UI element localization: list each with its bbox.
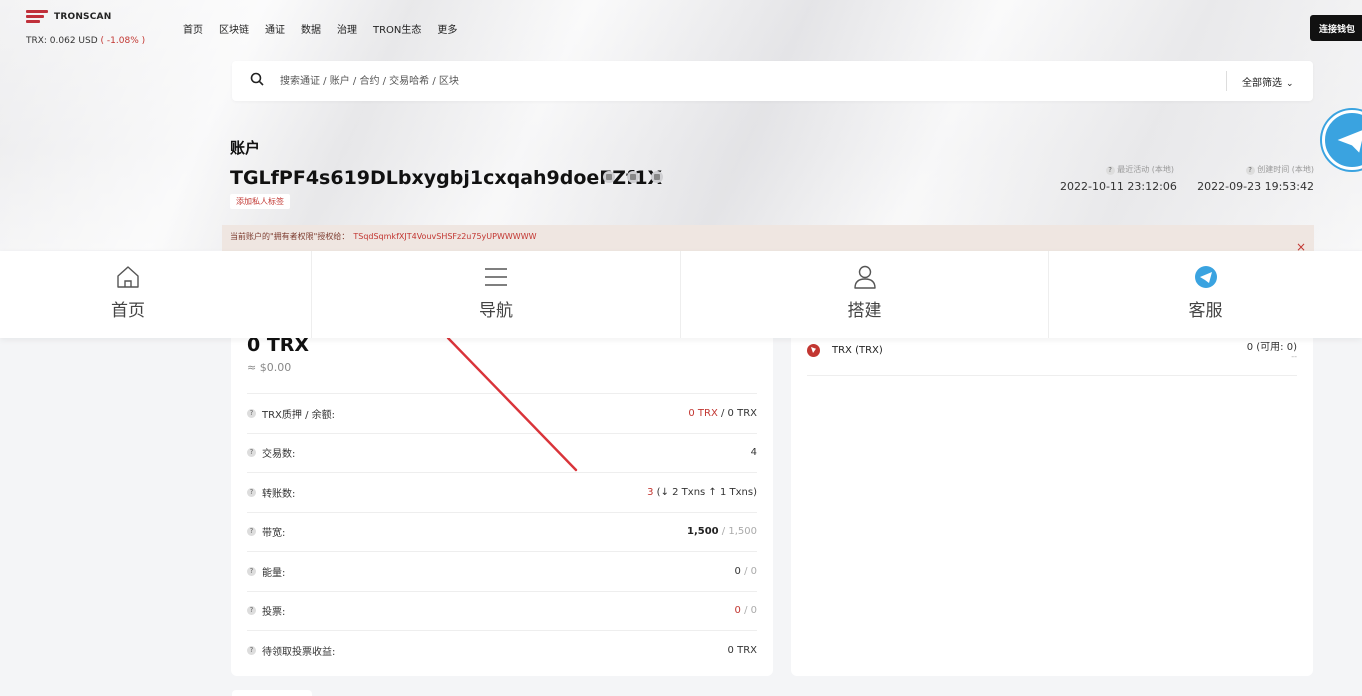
trx-price: TRX: 0.062 USD ( -1.08% ) <box>26 36 145 46</box>
tronscan-logo[interactable]: TRONSCAN <box>26 10 111 24</box>
stat-label: 待领取投票收益: <box>262 646 336 658</box>
search-icon[interactable] <box>250 72 264 86</box>
last-active: ? 最近活动 (本地) 2022-10-11 23:12:06 <box>1060 164 1177 193</box>
stat-value[interactable]: 4 <box>751 447 757 458</box>
nav-item-blockchain[interactable]: 区块链 <box>219 21 249 36</box>
stat-label: TRX质押 / 余额: <box>262 409 336 421</box>
account-address: TGLfPF4s619DLbxygbj1cxqah9doeFZf1X <box>230 167 663 189</box>
logo-text: TRONSCAN <box>54 12 112 22</box>
stat-subvalue: 1,500 <box>728 526 757 538</box>
flag-icon[interactable] <box>651 171 663 183</box>
top-bar: TRONSCAN TRX: 0.062 USD ( -1.08% ) 首页 区块… <box>0 0 1362 50</box>
stat-separator: / <box>740 605 751 617</box>
notice-address-link[interactable]: TSqdSqmkfXJT4VouvSHSFz2u75yUPWWWWW <box>353 232 536 241</box>
qrcode-icon[interactable] <box>627 171 639 183</box>
next-section-tab <box>232 690 312 696</box>
trx-price-change: ( -1.08% ) <box>100 36 146 46</box>
help-icon[interactable]: ? <box>247 448 256 458</box>
bottom-nav-menu[interactable]: 导航 <box>312 251 681 338</box>
stat-subvalue: 0 <box>750 565 757 577</box>
search-input[interactable] <box>280 73 880 89</box>
stat-value: 1,500 <box>686 526 719 538</box>
nav-item-data[interactable]: 数据 <box>301 21 321 36</box>
stat-row: ? 投票: 0 / 0 <box>247 590 757 631</box>
stat-label: 能量: <box>262 567 286 579</box>
stat-detail: (↓ 2 Txns ↑ 1 Txns) <box>656 486 757 498</box>
home-icon <box>117 266 139 288</box>
help-icon[interactable]: ? <box>247 566 256 576</box>
stat-label: 转账数: <box>262 488 296 500</box>
bottom-navigation: 首页 导航 搭建 客服 <box>0 251 1362 338</box>
bottom-nav-label: 首页 <box>111 301 145 321</box>
token-name[interactable]: TRX (TRX) <box>832 345 883 356</box>
stat-value: 0 TRX <box>727 644 757 656</box>
copy-icon[interactable] <box>603 171 615 183</box>
menu-icon <box>485 268 507 286</box>
bottom-nav-label: 搭建 <box>847 301 882 321</box>
stat-label: 投票: <box>262 607 286 619</box>
tronscan-logo-icon <box>26 10 48 24</box>
stat-label: 带宽: <box>262 528 286 540</box>
add-private-tag-button[interactable]: 添加私人标签 <box>230 194 290 209</box>
connect-wallet-button[interactable]: 连接钱包 <box>1310 15 1362 41</box>
tron-token-icon <box>807 344 820 357</box>
telegram-icon <box>1194 266 1217 288</box>
nav-item-governance[interactable]: 治理 <box>337 21 357 36</box>
help-icon[interactable]: ? <box>247 487 256 497</box>
stat-row: ? 能量: 0 / 0 <box>247 551 757 591</box>
paper-plane-icon <box>1337 130 1362 153</box>
search-bar: 全部筛选 ⌄ <box>232 61 1313 101</box>
nav-item-home[interactable]: 首页 <box>183 21 203 36</box>
bottom-nav-label: 导航 <box>479 301 513 321</box>
telegram-float-icon[interactable] <box>1322 110 1362 170</box>
main-nav: 首页 区块链 通证 数据 治理 TRON生态 更多 <box>183 21 473 36</box>
stat-value[interactable]: 0 TRX <box>688 408 717 419</box>
created-time: ? 创建时间 (本地) 2022-09-23 19:53:42 <box>1194 164 1314 193</box>
bottom-nav-home-inner: 首页 <box>0 264 256 321</box>
stat-subvalue: 0 <box>750 605 757 617</box>
help-icon[interactable]: ? <box>247 645 256 655</box>
chevron-down-icon: ⌄ <box>1286 79 1294 89</box>
token-value: -- <box>1291 352 1297 361</box>
help-icon: ? <box>1245 166 1255 175</box>
help-icon[interactable]: ? <box>247 527 256 537</box>
search-filter-label: 全部筛选 <box>1242 78 1282 89</box>
help-icon[interactable]: ? <box>247 408 256 418</box>
search-divider <box>1226 71 1227 91</box>
page-title: 账户 <box>230 139 261 157</box>
token-row[interactable]: TRX (TRX) 0 (可用: 0) -- <box>807 338 1297 376</box>
user-icon <box>853 265 876 289</box>
created-value: 2022-09-23 19:53:42 <box>1197 180 1314 193</box>
help-icon: ? <box>1105 166 1115 175</box>
help-icon[interactable]: ? <box>247 606 256 616</box>
search-filter-dropdown[interactable]: 全部筛选 ⌄ <box>1242 74 1294 89</box>
last-active-label: 最近活动 (本地) <box>1117 165 1174 174</box>
nav-item-more[interactable]: 更多 <box>437 21 457 36</box>
stat-subvalue: 0 TRX <box>727 407 757 419</box>
notice-text: 当前账户的"拥有者权限"授权给： <box>230 232 350 241</box>
token-holdings-card: TRX (TRX) 0 (可用: 0) -- <box>791 338 1313 676</box>
address-actions <box>603 171 663 183</box>
balance-usd: ≈ $0.00 <box>247 361 292 374</box>
nav-item-ecosystem[interactable]: TRON生态 <box>373 21 421 36</box>
bottom-nav-home[interactable]: 首页 <box>0 251 312 338</box>
last-active-value: 2022-10-11 23:12:06 <box>1060 180 1177 193</box>
stat-separator: / <box>717 407 728 419</box>
trx-price-value: TRX: 0.062 USD <box>26 36 98 46</box>
bottom-nav-support[interactable]: 客服 <box>1049 251 1362 338</box>
annotation-arrow-line <box>446 336 578 472</box>
stat-value[interactable]: 3 <box>647 487 653 498</box>
stat-separator: / <box>718 526 729 538</box>
token-amount: 0 (可用: 0) <box>1246 342 1297 353</box>
permission-notice: 当前账户的"拥有者权限"授权给： TSqdSqmkfXJT4VouvSHSFz2u… <box>222 225 1314 251</box>
created-label: 创建时间 (本地) <box>1257 165 1314 174</box>
stat-label: 交易数: <box>262 449 296 461</box>
bottom-nav-label: 客服 <box>1188 301 1223 321</box>
bottom-nav-build[interactable]: 搭建 <box>681 251 1049 338</box>
stat-separator: / <box>740 565 751 577</box>
nav-item-tokens[interactable]: 通证 <box>265 21 285 36</box>
stat-row: ? 带宽: 1,500 / 1,500 <box>247 511 757 552</box>
stat-row: ? 待领取投票收益: 0 TRX <box>247 630 757 670</box>
